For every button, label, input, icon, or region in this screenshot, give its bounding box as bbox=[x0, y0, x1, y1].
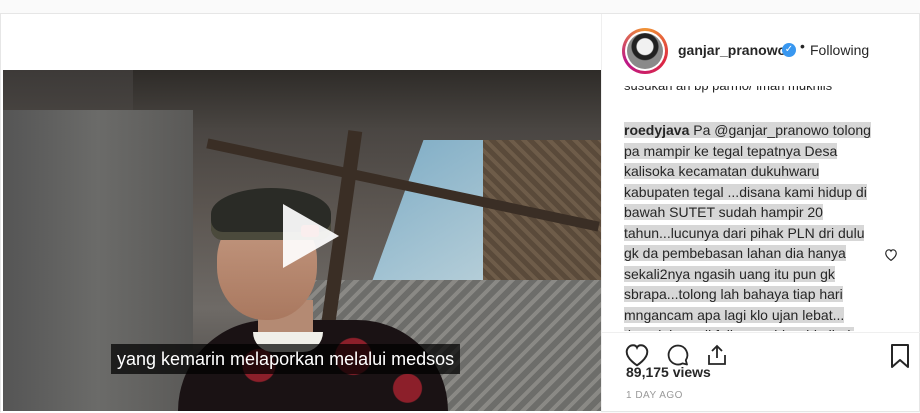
comments-list[interactable]: susukan an bp parmo/ iman mukhlis roedyj… bbox=[602, 84, 920, 331]
avatar-image bbox=[625, 31, 665, 71]
avatar[interactable] bbox=[622, 28, 668, 74]
video-player[interactable]: yang kemarin melaporkan melalui medsos bbox=[3, 70, 601, 411]
comment-username[interactable]: roedyjava bbox=[624, 122, 689, 138]
play-icon[interactable] bbox=[273, 200, 345, 272]
verified-badge-icon: ✓ bbox=[782, 43, 796, 57]
media-pane: yang kemarin melaporkan melalui medsos bbox=[1, 14, 601, 413]
video-subtitle: yang kemarin melaporkan melalui medsos bbox=[111, 344, 461, 374]
comment-text: Pa @ganjar_pranowo tolong pa mampir ke t… bbox=[624, 122, 871, 331]
instagram-post: yang kemarin melaporkan melalui medsos g… bbox=[0, 13, 920, 413]
previous-comment-text: susukan an bp parmo/ iman mukhlis bbox=[624, 86, 894, 96]
comment-item: roedyjava Pa @ganjar_pranowo tolong pa m… bbox=[624, 120, 874, 331]
comment-like-heart-icon[interactable] bbox=[884, 248, 900, 264]
post-sidebar: ganjar_pranowo ✓ • Following susukan an … bbox=[601, 14, 920, 411]
following-button[interactable]: Following bbox=[810, 42, 869, 58]
avatar-photo bbox=[627, 33, 663, 69]
video-frame-roof bbox=[133, 70, 601, 130]
post-timestamp[interactable]: 1 DAY AGO bbox=[626, 390, 683, 401]
username-link[interactable]: ganjar_pranowo bbox=[678, 42, 786, 58]
previous-comment-tail: susukan an bp parmo/ iman mukhlis bbox=[624, 86, 894, 106]
header-separator: • bbox=[800, 38, 805, 54]
view-count[interactable]: 89,175 views bbox=[626, 364, 711, 380]
bookmark-icon[interactable] bbox=[890, 343, 910, 374]
post-header: ganjar_pranowo ✓ • Following bbox=[602, 14, 920, 84]
